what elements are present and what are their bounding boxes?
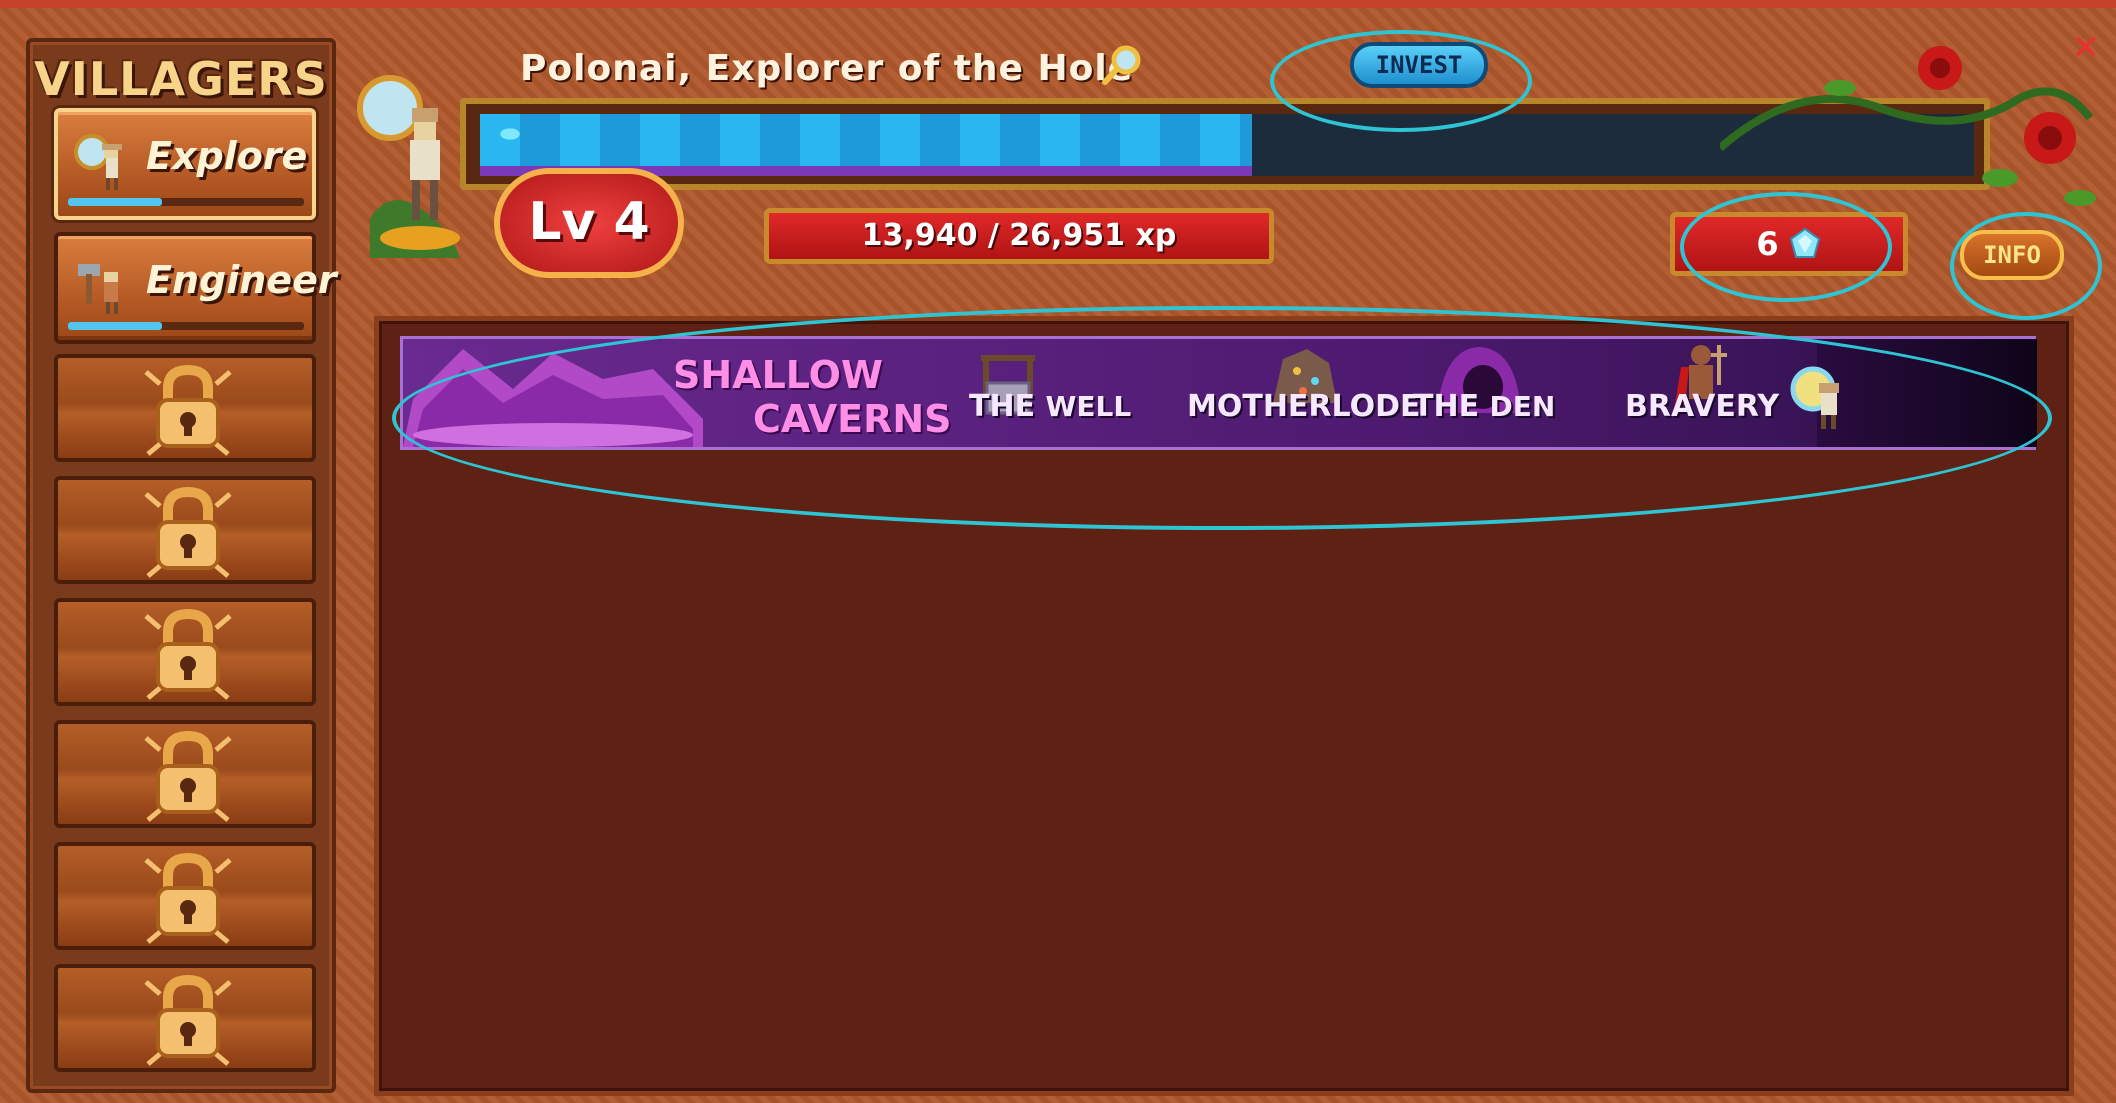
rose-vine-decoration (1720, 46, 2096, 206)
locked-villager-slot (54, 720, 316, 828)
locked-villager-slot (54, 598, 316, 706)
explorer-villager-icon (74, 134, 122, 190)
villager-progress-bar (68, 198, 304, 206)
stage-motherlode[interactable]: MOTHERLODE (1187, 389, 1420, 424)
xp-progress-fill (480, 114, 1253, 176)
villager-explore-button[interactable]: Explore (54, 108, 316, 220)
invest-button[interactable]: INVEST (1350, 42, 1488, 88)
gem-icon (1789, 227, 1820, 258)
locked-villager-slot (54, 476, 316, 584)
engineer-villager-icon (78, 264, 118, 314)
info-button[interactable]: INFO (1960, 230, 2064, 280)
lock-icon (144, 486, 232, 578)
stage-label-a: THE (969, 389, 1036, 424)
magnifier-icon[interactable] (1100, 44, 1144, 88)
zone-title-line2: CAVERNS (753, 397, 952, 441)
game-window: VILLAGERS Explore Engineer ✕ Polonai, Ex… (0, 0, 2116, 1103)
stage-the-den[interactable]: THE DEN (1413, 389, 1555, 424)
lock-icon (144, 730, 232, 822)
gem-currency-display[interactable]: 6 (1670, 212, 1908, 276)
stage-label-b: DEN (1489, 390, 1556, 423)
stage-label-b: MOTHERLODE (1187, 389, 1421, 424)
villager-progress-bar (68, 322, 304, 330)
villagers-sidebar: VILLAGERS Explore Engineer (26, 38, 337, 1093)
zone-title: SHALLOW CAVERNS (673, 353, 952, 441)
cavern-rocks-icon (403, 349, 703, 447)
lock-icon (144, 364, 232, 456)
gem-count: 6 (1756, 225, 1779, 263)
villager-label: Engineer (146, 258, 337, 302)
sidebar-title: VILLAGERS (34, 52, 328, 106)
stage-label-a: THE (1413, 389, 1480, 424)
locked-villager-slot (54, 964, 316, 1072)
lock-icon (144, 974, 232, 1066)
stage-label-b: BRAVERY (1625, 389, 1780, 424)
locked-villager-slot (54, 354, 316, 462)
villager-label: Explore (146, 134, 308, 178)
lock-icon (144, 608, 232, 700)
stage-label-b: WELL (1045, 390, 1132, 423)
locked-villager-slot (54, 842, 316, 950)
lock-icon (144, 852, 232, 944)
zone-banner-shallow-caverns[interactable]: SHALLOW CAVERNS THE WELL MOTHERLODE THE … (400, 336, 2037, 450)
stage-the-well[interactable]: THE WELL (969, 389, 1131, 424)
stage-bravery[interactable]: BRAVERY (1625, 389, 1779, 424)
zone-title-line1: SHALLOW (673, 353, 883, 397)
explorer-marker-icon (1790, 366, 1839, 429)
level-badge: Lv 4 (494, 168, 684, 278)
villager-title: Polonai, Explorer of the Hole (520, 48, 1134, 89)
villager-engineer-button[interactable]: Engineer (54, 232, 337, 344)
xp-readout: 13,940 / 26,951 xp (764, 208, 1274, 264)
